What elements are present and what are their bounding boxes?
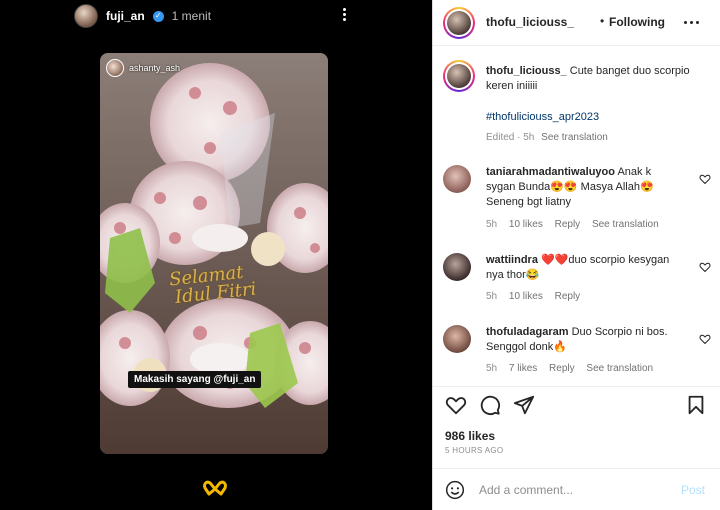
caption-see-translation[interactable]: See translation [541,132,608,143]
story-image: ashanty_ash Selamat Idul Fitri Makasih s… [100,53,328,454]
story-username[interactable]: fuji_an [106,9,145,23]
add-comment-bar: Add a comment... Post [433,468,720,510]
likes-count[interactable]: 986 likes [445,429,495,443]
post-button[interactable]: Post [681,483,705,497]
comment-meta: 5h 10 likes Reply See translation [486,219,668,230]
hashtag-link[interactable]: #thofuliciouss_apr2023 [486,111,599,123]
comment-meta: 5h 10 likes Reply [486,291,589,302]
greeting-sticker: Selamat Idul Fitri [168,262,257,308]
post-panel: thofu_liciouss_ • Following thofu_liciou… [432,0,720,510]
author-username[interactable]: thofu_liciouss_ [486,15,574,29]
post-header: thofu_liciouss_ • Following [433,0,720,46]
header-separator: • [600,14,605,28]
story-more-icon[interactable] [343,8,346,21]
comment-avatar[interactable] [443,325,471,353]
heart-icon[interactable] [445,394,467,416]
comment-likes[interactable]: 7 likes [509,363,537,374]
comment-time: 5h [486,219,498,230]
comment-username[interactable]: taniarahmadantiwaluyoo [486,166,615,178]
verified-icon: ✓ [152,10,164,22]
share-icon[interactable] [513,394,535,416]
caption-meta: Edited · 5h See translation [486,132,608,143]
comment-input[interactable]: Add a comment... [479,483,573,497]
bookmark-icon[interactable] [685,394,707,416]
comment-text: wattiindra ❤️❤️duo scorpio kesygan nya t… [486,253,682,283]
comment-avatar[interactable] [443,165,471,193]
repost-header: ashanty_ash [106,59,180,77]
comment-see-translation[interactable]: See translation [592,219,659,230]
comment-username[interactable]: wattiindra [486,254,538,266]
comment-reply-button[interactable]: Reply [549,363,575,374]
comment-avatar[interactable] [443,253,471,281]
comment-reply-button[interactable]: Reply [555,291,581,302]
more-icon[interactable] [684,21,699,24]
comment-text: thofuladagaram Duo Scorpio ni bos. Sengg… [486,325,682,355]
comment-reply-button[interactable]: Reply [555,219,581,230]
comment-time: 5h [486,363,498,374]
heart-hands-icon[interactable] [201,478,229,498]
repost-username[interactable]: ashanty_ash [129,63,180,73]
following-button[interactable]: Following [609,15,665,29]
comment-see-translation[interactable]: See translation [586,363,653,374]
author-avatar[interactable] [443,7,475,39]
comment-username[interactable]: thofuladagaram [486,326,569,338]
comment-time: 5h [486,291,498,302]
caption-username[interactable]: thofu_liciouss_ [486,65,567,77]
repost-avatar[interactable] [106,59,124,77]
action-bar [433,386,720,420]
comment-likes[interactable]: 10 likes [509,291,543,302]
story-header: fuji_an ✓ 1 menit [74,4,211,28]
caption-avatar[interactable] [443,60,475,92]
story-time: 1 menit [171,9,212,23]
media-pane: fuji_an ✓ 1 menit ashanty_ash Selamat Id… [0,0,432,510]
caption-text: thofu_liciouss_ Cute banget duo scorpio … [486,64,711,94]
story-photo [100,53,328,454]
story-caption-sticker: Makasih sayang @fuji_an [128,371,262,388]
comment-likes[interactable]: 10 likes [509,219,543,230]
post-timestamp: 5 HOURS AGO [445,446,504,455]
comment-heart-icon[interactable] [699,333,711,345]
comment-text: taniarahmadantiwaluyoo Anak k sygan Bund… [486,165,682,210]
caption-edited: Edited · 5h [486,132,535,143]
comment-heart-icon[interactable] [699,173,711,185]
comment-meta: 5h 7 likes Reply See translation [486,363,662,374]
story-avatar[interactable] [74,4,98,28]
comment-heart-icon[interactable] [699,261,711,273]
comment-icon[interactable] [479,394,501,416]
emoji-icon[interactable] [445,480,465,500]
